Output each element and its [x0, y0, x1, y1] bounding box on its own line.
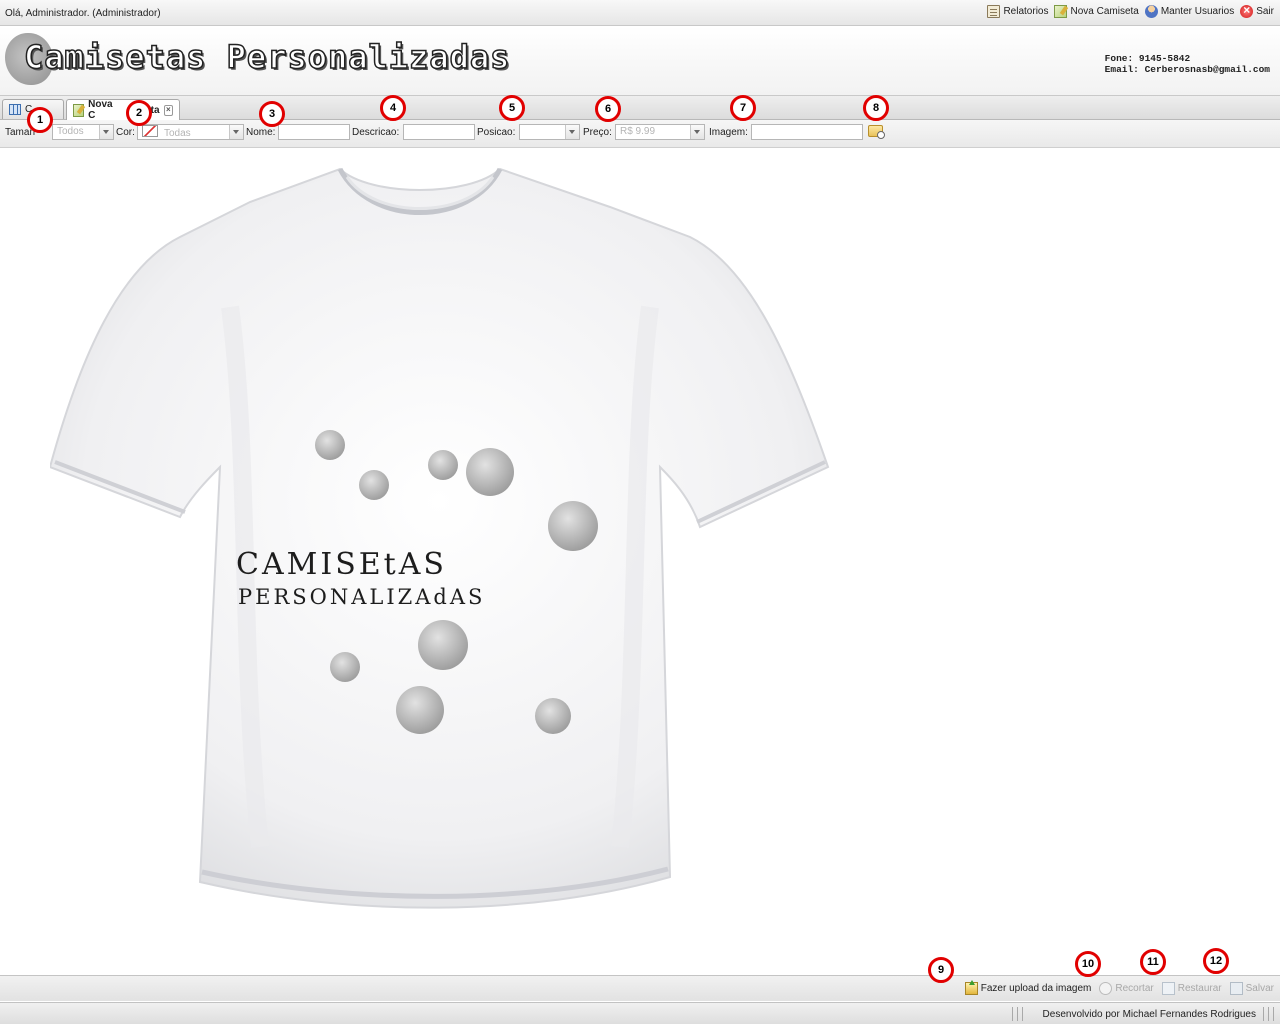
preco-value: R$ 9.99 [620, 126, 656, 137]
shirt-canvas: CAMISEtAS PERSONALIZAdAS [0, 149, 1280, 974]
user-icon [1144, 5, 1158, 18]
top-bar: Olá, Administrador. (Administrador) Rela… [0, 0, 1280, 26]
chevron-down-icon[interactable] [565, 125, 579, 139]
exit-icon [1240, 3, 1254, 18]
status-separator [1012, 1007, 1013, 1021]
salvar-label: Salvar [1245, 983, 1274, 994]
recortar-label: Recortar [1115, 983, 1154, 994]
marker-12: 12 [1203, 948, 1229, 974]
tab-close-icon[interactable]: × [163, 104, 173, 116]
chevron-down-icon[interactable] [690, 125, 704, 139]
nav-relatorios-label: Relatorios [1003, 6, 1049, 17]
action-buttons: Fazer upload da imagem Recortar Restaura… [964, 980, 1274, 995]
cor-select[interactable]: Todas [137, 124, 244, 140]
upload-image-label: Fazer upload da imagem [980, 983, 1092, 994]
color-swatch-icon [142, 125, 158, 137]
browse-image-icon[interactable] [868, 125, 885, 139]
descricao-label: Descricao: [352, 127, 400, 138]
nav-nova-camiseta[interactable]: Nova Camiseta [1054, 5, 1139, 18]
posicao-label: Posicao: [477, 127, 516, 138]
site-header: Camisetas Personalizadas Fone: 9145-5842… [0, 26, 1280, 96]
site-logo: Camisetas Personalizadas [23, 37, 511, 77]
top-nav: Relatorios Nova Camiseta Manter Usuarios… [987, 3, 1274, 18]
nav-relatorios[interactable]: Relatorios [987, 5, 1048, 18]
marker-9: 9 [928, 957, 954, 983]
marker-1: 1 [27, 107, 53, 133]
status-bar: Desenvolvido por Michael Fernandes Rodri… [0, 1002, 1280, 1024]
nav-manter-usuarios[interactable]: Manter Usuarios [1144, 5, 1235, 18]
tshirt-body [50, 167, 830, 909]
marker-8: 8 [863, 95, 889, 121]
grid-icon [9, 104, 21, 115]
preco-select[interactable]: R$ 9.99 [615, 124, 705, 140]
tab-nova-camiseta[interactable]: Nova C ta × [66, 99, 180, 121]
nav-nova-camiseta-label: Nova Camiseta [1070, 6, 1139, 17]
report-icon [987, 5, 1001, 18]
crop-icon [1099, 982, 1113, 995]
nome-label: Nome: [246, 127, 276, 138]
restaurar-button[interactable]: Restaurar [1161, 982, 1222, 995]
cor-value: Todas [164, 128, 191, 139]
status-separator [1263, 1007, 1264, 1021]
save-icon [1229, 982, 1243, 995]
marker-11: 11 [1140, 949, 1166, 975]
recortar-button[interactable]: Recortar [1099, 982, 1154, 995]
restore-icon [1161, 982, 1175, 995]
preco-label: Preço: [583, 127, 612, 138]
tamanho-select[interactable]: Todos [52, 124, 114, 140]
status-separator [1268, 1007, 1269, 1021]
nav-sair[interactable]: Sair [1240, 3, 1274, 18]
shirt-print-line1: CAMISEtAS [236, 547, 447, 582]
cor-label: Cor: [116, 127, 135, 138]
tab-nova-camiseta-label: Nova C [88, 99, 113, 121]
nav-sair-label: Sair [1256, 6, 1274, 17]
action-bar: Fazer upload da imagem Recortar Restaura… [0, 975, 1280, 1001]
imagem-input[interactable] [751, 124, 863, 140]
marker-2: 2 [126, 100, 152, 126]
contact-email: Email: Cerberosnasb@gmail.com [1104, 64, 1270, 75]
edit-icon [73, 103, 85, 117]
posicao-select[interactable] [519, 124, 580, 140]
marker-6: 6 [595, 96, 621, 122]
credits-text: Desenvolvido por Michael Fernandes Rodri… [1042, 1009, 1256, 1020]
filter-toolbar: Taman Todos Cor: Todas Nome: Descricao: … [0, 120, 1280, 148]
marker-7: 7 [730, 95, 756, 121]
shirt-print-line2: PERSONALIZAdAS [238, 585, 486, 609]
nome-input[interactable] [278, 124, 350, 140]
imagem-label: Imagem: [709, 127, 748, 138]
marker-3: 3 [259, 101, 285, 127]
upload-icon [964, 980, 978, 995]
nav-manter-usuarios-label: Manter Usuarios [1160, 6, 1235, 17]
contact-info: Fone: 9145-5842 Email: Cerberosnasb@gmai… [1105, 53, 1270, 75]
tshirt-image [50, 167, 830, 909]
descricao-input[interactable] [403, 124, 475, 140]
status-separator [1022, 1007, 1023, 1021]
upload-image-button[interactable]: Fazer upload da imagem [964, 980, 1092, 995]
contact-phone: Fone: 9145-5842 [1104, 53, 1191, 64]
marker-10: 10 [1075, 951, 1101, 977]
salvar-button[interactable]: Salvar [1229, 982, 1274, 995]
status-separator [1017, 1007, 1018, 1021]
tamanho-value: Todos [57, 126, 84, 137]
chevron-down-icon[interactable] [229, 125, 243, 139]
status-separator [1273, 1007, 1274, 1021]
greeting-text: Olá, Administrador. (Administrador) [5, 8, 161, 19]
edit-icon [1054, 5, 1068, 18]
chevron-down-icon[interactable] [99, 125, 113, 139]
marker-4: 4 [380, 95, 406, 121]
tab-bar: C Nova C ta × [0, 96, 1280, 121]
marker-5: 5 [499, 95, 525, 121]
restaurar-label: Restaurar [1177, 983, 1222, 994]
